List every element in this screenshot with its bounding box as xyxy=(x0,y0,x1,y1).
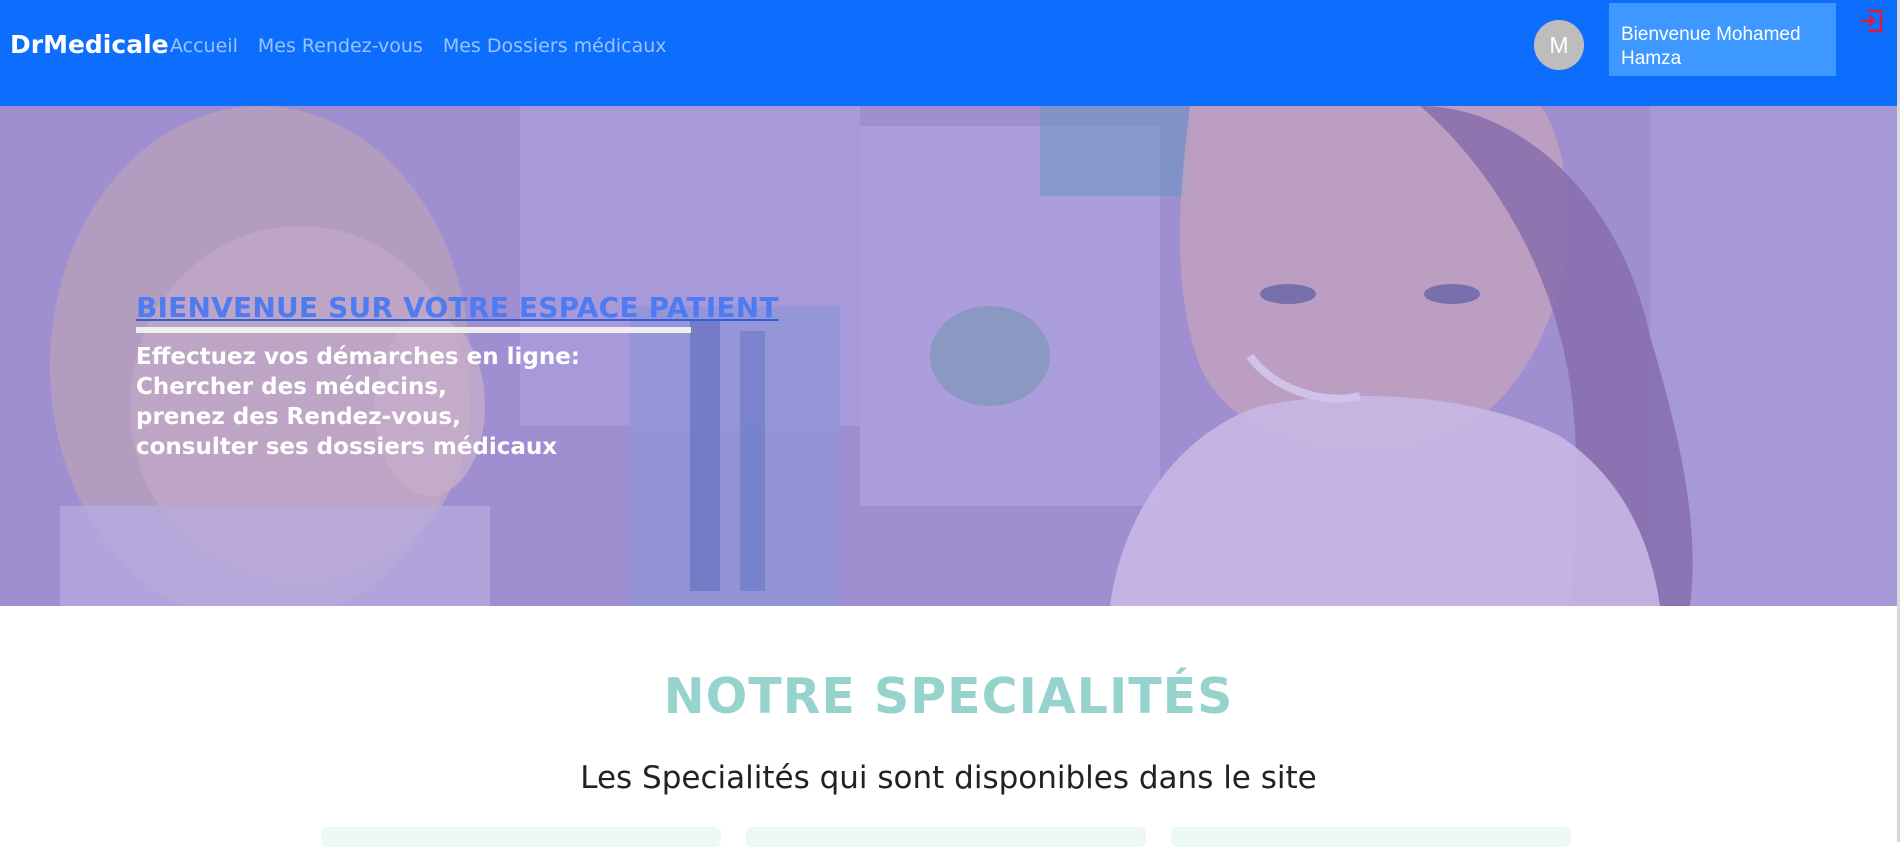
specialite-card[interactable] xyxy=(321,827,721,847)
logout-icon[interactable] xyxy=(1858,8,1884,34)
top-navbar: DrMedicale Accueil Mes Rendez-vous Mes D… xyxy=(0,0,1897,106)
hero-line-4: consulter ses dossiers médicaux xyxy=(136,434,558,460)
hero-line-1: Effectuez vos démarches en ligne: xyxy=(136,344,581,370)
specialite-card[interactable] xyxy=(1171,827,1571,847)
nav-link-mes-rendez-vous[interactable]: Mes Rendez-vous xyxy=(258,35,423,57)
hero-line-3: prenez des Rendez-vous, xyxy=(136,404,461,430)
hero-line-2: Chercher des médecins, xyxy=(136,374,447,400)
welcome-user-button[interactable]: Bienvenue Mohamed Hamza xyxy=(1609,3,1836,76)
hero-description: Effectuez vos démarches en ligne: Cherch… xyxy=(136,342,580,462)
specialites-subtitle: Les Specialités qui sont disponibles dan… xyxy=(580,760,1317,796)
specialites-title: NOTRE SPECIALITÉS xyxy=(663,668,1234,725)
hero-title-underline xyxy=(136,327,691,333)
nav-link-mes-dossiers-medicaux[interactable]: Mes Dossiers médicaux xyxy=(443,35,667,57)
hero-title: BIENVENUE SUR VOTRE ESPACE PATIENT xyxy=(136,291,779,324)
specialite-card[interactable] xyxy=(746,827,1146,847)
nav-links: Accueil Mes Rendez-vous Mes Dossiers méd… xyxy=(170,35,667,57)
nav-link-accueil[interactable]: Accueil xyxy=(170,35,238,57)
brand-logo-link[interactable]: DrMedicale xyxy=(10,30,169,59)
user-avatar[interactable]: M xyxy=(1534,20,1584,70)
hero-banner: BIENVENUE SUR VOTRE ESPACE PATIENT Effec… xyxy=(0,106,1897,606)
